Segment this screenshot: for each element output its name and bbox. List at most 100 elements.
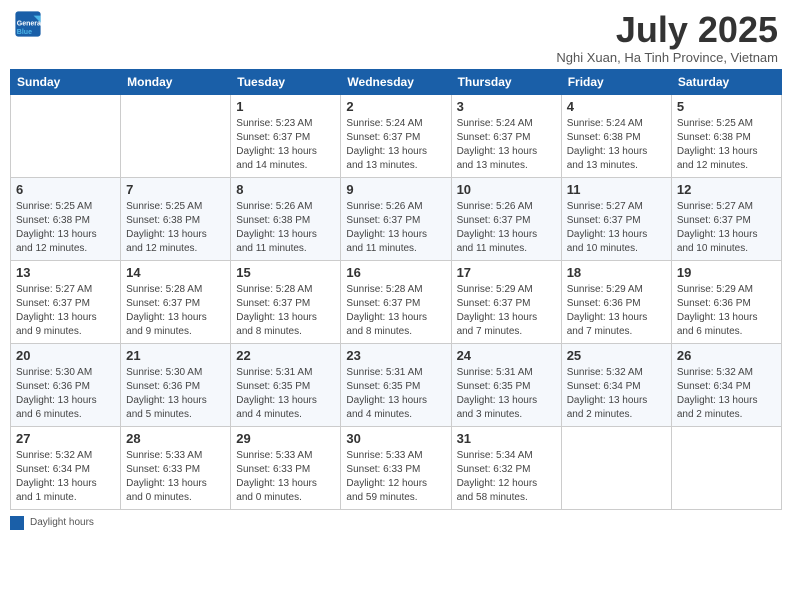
day-number: 8 bbox=[236, 182, 335, 197]
day-info: Sunrise: 5:29 AM Sunset: 6:37 PM Dayligh… bbox=[457, 283, 556, 339]
location: Nghi Xuan, Ha Tinh Province, Vietnam bbox=[556, 50, 778, 65]
calendar-week-row: 6Sunrise: 5:25 AM Sunset: 6:38 PM Daylig… bbox=[11, 177, 782, 260]
calendar-cell: 5 Sunrise: 5:25 AM Sunset: 6:38 PM Daylig… bbox=[671, 94, 781, 177]
day-info: Sunrise: 5:32 AM Sunset: 6:34 PM Dayligh… bbox=[677, 366, 776, 422]
calendar-cell: 9 Sunrise: 5:26 AM Sunset: 6:37 PM Daylig… bbox=[341, 177, 451, 260]
svg-text:Blue: Blue bbox=[17, 29, 32, 36]
legend: Daylight hours bbox=[10, 516, 782, 530]
calendar-cell: 4Sunrise: 5:24 AM Sunset: 6:38 PM Daylig… bbox=[561, 94, 671, 177]
day-info: Sunrise: 5:24 AM Sunset: 6:37 PM Dayligh… bbox=[346, 117, 445, 173]
calendar-cell: 17Sunrise: 5:29 AM Sunset: 6:37 PM Dayli… bbox=[451, 260, 561, 343]
calendar-cell: 7Sunrise: 5:25 AM Sunset: 6:38 PM Daylig… bbox=[121, 177, 231, 260]
day-number: 9 bbox=[346, 182, 445, 197]
day-info: Sunrise: 5:26 AM Sunset: 6:37 PM Dayligh… bbox=[346, 200, 445, 256]
calendar-cell: 24 Sunrise: 5:31 AM Sunset: 6:35 PM Dayli… bbox=[451, 343, 561, 426]
day-number: 20 bbox=[16, 348, 115, 363]
calendar-cell: 3 Sunrise: 5:24 AM Sunset: 6:37 PM Daylig… bbox=[451, 94, 561, 177]
calendar-table: SundayMondayTuesdayWednesdayThursdayFrid… bbox=[10, 69, 782, 510]
day-info: Sunrise: 5:28 AM Sunset: 6:37 PM Dayligh… bbox=[126, 283, 225, 339]
calendar-cell: 29 Sunrise: 5:33 AM Sunset: 6:33 PM Dayli… bbox=[231, 426, 341, 509]
day-info: Sunrise: 5:31 AM Sunset: 6:35 PM Dayligh… bbox=[236, 366, 335, 422]
day-info: Sunrise: 5:30 AM Sunset: 6:36 PM Dayligh… bbox=[16, 366, 115, 422]
calendar-cell: 15Sunrise: 5:28 AM Sunset: 6:37 PM Dayli… bbox=[231, 260, 341, 343]
day-number: 7 bbox=[126, 182, 225, 197]
day-info: Sunrise: 5:24 AM Sunset: 6:37 PM Dayligh… bbox=[457, 117, 556, 173]
calendar-cell: 26 Sunrise: 5:32 AM Sunset: 6:34 PM Dayli… bbox=[671, 343, 781, 426]
calendar-cell: 18 Sunrise: 5:29 AM Sunset: 6:36 PM Dayli… bbox=[561, 260, 671, 343]
calendar-week-row: 13 Sunrise: 5:27 AM Sunset: 6:37 PM Dayli… bbox=[11, 260, 782, 343]
day-number: 4 bbox=[567, 99, 666, 114]
day-number: 24 bbox=[457, 348, 556, 363]
day-info: Sunrise: 5:31 AM Sunset: 6:35 PM Dayligh… bbox=[457, 366, 556, 422]
day-info: Sunrise: 5:33 AM Sunset: 6:33 PM Dayligh… bbox=[236, 449, 335, 505]
day-number: 16 bbox=[346, 265, 445, 280]
day-info: Sunrise: 5:33 AM Sunset: 6:33 PM Dayligh… bbox=[126, 449, 225, 505]
calendar-cell: 11Sunrise: 5:27 AM Sunset: 6:37 PM Dayli… bbox=[561, 177, 671, 260]
day-number: 1 bbox=[236, 99, 335, 114]
day-info: Sunrise: 5:32 AM Sunset: 6:34 PM Dayligh… bbox=[16, 449, 115, 505]
day-info: Sunrise: 5:27 AM Sunset: 6:37 PM Dayligh… bbox=[677, 200, 776, 256]
calendar-cell: 13 Sunrise: 5:27 AM Sunset: 6:37 PM Dayli… bbox=[11, 260, 121, 343]
calendar-cell: 30 Sunrise: 5:33 AM Sunset: 6:33 PM Dayli… bbox=[341, 426, 451, 509]
calendar-cell: 23 Sunrise: 5:31 AM Sunset: 6:35 PM Dayli… bbox=[341, 343, 451, 426]
svg-text:General: General bbox=[17, 20, 42, 27]
day-number: 26 bbox=[677, 348, 776, 363]
day-info: Sunrise: 5:27 AM Sunset: 6:37 PM Dayligh… bbox=[567, 200, 666, 256]
day-number: 30 bbox=[346, 431, 445, 446]
day-info: Sunrise: 5:33 AM Sunset: 6:33 PM Dayligh… bbox=[346, 449, 445, 505]
day-info: Sunrise: 5:31 AM Sunset: 6:35 PM Dayligh… bbox=[346, 366, 445, 422]
calendar-cell: 27 Sunrise: 5:32 AM Sunset: 6:34 PM Dayli… bbox=[11, 426, 121, 509]
calendar-cell: 20 Sunrise: 5:30 AM Sunset: 6:36 PM Dayli… bbox=[11, 343, 121, 426]
day-number: 15 bbox=[236, 265, 335, 280]
day-info: Sunrise: 5:25 AM Sunset: 6:38 PM Dayligh… bbox=[16, 200, 115, 256]
calendar-cell: 12 Sunrise: 5:27 AM Sunset: 6:37 PM Dayli… bbox=[671, 177, 781, 260]
day-number: 27 bbox=[16, 431, 115, 446]
day-info: Sunrise: 5:32 AM Sunset: 6:34 PM Dayligh… bbox=[567, 366, 666, 422]
day-info: Sunrise: 5:30 AM Sunset: 6:36 PM Dayligh… bbox=[126, 366, 225, 422]
logo: General Blue bbox=[14, 10, 42, 38]
day-info: Sunrise: 5:29 AM Sunset: 6:36 PM Dayligh… bbox=[567, 283, 666, 339]
day-info: Sunrise: 5:26 AM Sunset: 6:37 PM Dayligh… bbox=[457, 200, 556, 256]
calendar-day-header: Thursday bbox=[451, 69, 561, 94]
legend-label: Daylight hours bbox=[30, 517, 94, 528]
day-info: Sunrise: 5:25 AM Sunset: 6:38 PM Dayligh… bbox=[677, 117, 776, 173]
calendar-cell bbox=[671, 426, 781, 509]
day-info: Sunrise: 5:28 AM Sunset: 6:37 PM Dayligh… bbox=[346, 283, 445, 339]
day-info: Sunrise: 5:29 AM Sunset: 6:36 PM Dayligh… bbox=[677, 283, 776, 339]
calendar-cell bbox=[121, 94, 231, 177]
calendar-cell: 16 Sunrise: 5:28 AM Sunset: 6:37 PM Dayli… bbox=[341, 260, 451, 343]
calendar-cell: 28 Sunrise: 5:33 AM Sunset: 6:33 PM Dayli… bbox=[121, 426, 231, 509]
day-number: 14 bbox=[126, 265, 225, 280]
calendar-cell: 6Sunrise: 5:25 AM Sunset: 6:38 PM Daylig… bbox=[11, 177, 121, 260]
calendar-cell bbox=[11, 94, 121, 177]
day-info: Sunrise: 5:26 AM Sunset: 6:38 PM Dayligh… bbox=[236, 200, 335, 256]
legend-box bbox=[10, 516, 24, 530]
day-number: 2 bbox=[346, 99, 445, 114]
calendar-cell: 21Sunrise: 5:30 AM Sunset: 6:36 PM Dayli… bbox=[121, 343, 231, 426]
calendar-cell: 8 Sunrise: 5:26 AM Sunset: 6:38 PM Daylig… bbox=[231, 177, 341, 260]
page-header: General Blue July 2025 Nghi Xuan, Ha Tin… bbox=[10, 10, 782, 65]
day-info: Sunrise: 5:34 AM Sunset: 6:32 PM Dayligh… bbox=[457, 449, 556, 505]
calendar-cell: 10Sunrise: 5:26 AM Sunset: 6:37 PM Dayli… bbox=[451, 177, 561, 260]
calendar-cell: 25Sunrise: 5:32 AM Sunset: 6:34 PM Dayli… bbox=[561, 343, 671, 426]
day-number: 13 bbox=[16, 265, 115, 280]
calendar-cell: 31Sunrise: 5:34 AM Sunset: 6:32 PM Dayli… bbox=[451, 426, 561, 509]
day-number: 5 bbox=[677, 99, 776, 114]
logo-icon: General Blue bbox=[14, 10, 42, 38]
day-info: Sunrise: 5:23 AM Sunset: 6:37 PM Dayligh… bbox=[236, 117, 335, 173]
day-number: 12 bbox=[677, 182, 776, 197]
day-number: 29 bbox=[236, 431, 335, 446]
day-info: Sunrise: 5:27 AM Sunset: 6:37 PM Dayligh… bbox=[16, 283, 115, 339]
calendar-week-row: 20 Sunrise: 5:30 AM Sunset: 6:36 PM Dayli… bbox=[11, 343, 782, 426]
day-number: 3 bbox=[457, 99, 556, 114]
day-number: 18 bbox=[567, 265, 666, 280]
calendar-cell bbox=[561, 426, 671, 509]
day-number: 23 bbox=[346, 348, 445, 363]
day-number: 19 bbox=[677, 265, 776, 280]
calendar-cell: 2 Sunrise: 5:24 AM Sunset: 6:37 PM Daylig… bbox=[341, 94, 451, 177]
day-number: 28 bbox=[126, 431, 225, 446]
calendar-day-header: Wednesday bbox=[341, 69, 451, 94]
calendar-header-row: SundayMondayTuesdayWednesdayThursdayFrid… bbox=[11, 69, 782, 94]
month-title: July 2025 bbox=[556, 10, 778, 50]
calendar-week-row: 1 Sunrise: 5:23 AM Sunset: 6:37 PM Daylig… bbox=[11, 94, 782, 177]
